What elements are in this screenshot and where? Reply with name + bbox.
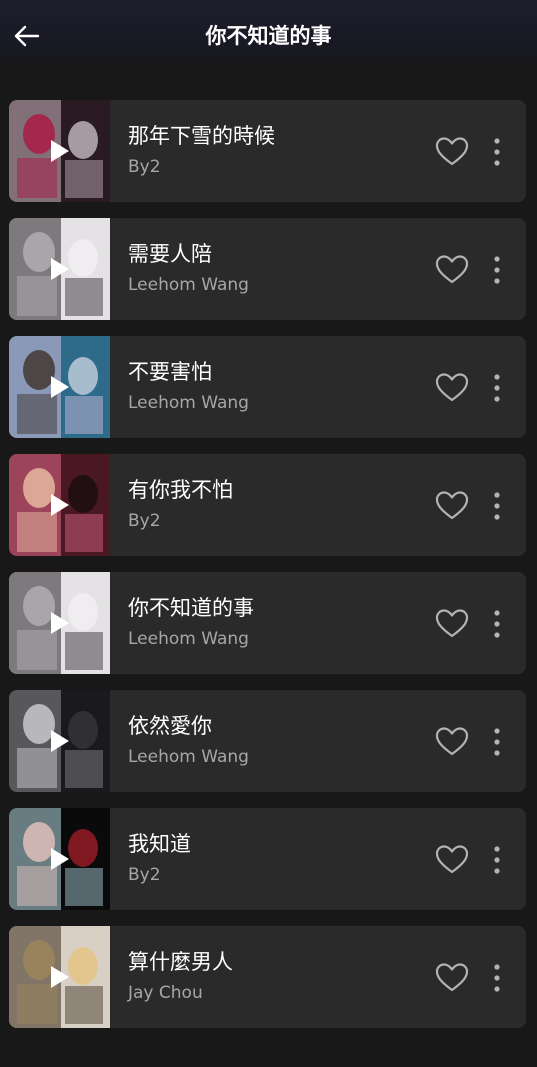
album-art[interactable]: [9, 808, 110, 910]
album-art[interactable]: [9, 926, 110, 1028]
more-options-button[interactable]: [485, 844, 509, 876]
more-options-button[interactable]: [485, 962, 509, 994]
song-card[interactable]: 需要人陪 Leehom Wang: [9, 218, 526, 320]
song-artist: By2: [128, 511, 161, 531]
album-art[interactable]: [9, 572, 110, 674]
album-art[interactable]: [9, 218, 110, 320]
song-card[interactable]: 我知道 By2: [9, 808, 526, 910]
more-options-button[interactable]: [485, 254, 509, 286]
song-card[interactable]: 你不知道的事 Leehom Wang: [9, 572, 526, 674]
play-icon[interactable]: [49, 374, 71, 400]
song-artist: Jay Chou: [128, 983, 203, 1003]
more-vertical-icon: [494, 256, 500, 284]
like-button[interactable]: [435, 372, 469, 404]
play-icon[interactable]: [49, 846, 71, 872]
play-icon[interactable]: [49, 138, 71, 164]
like-button[interactable]: [435, 844, 469, 876]
like-button[interactable]: [435, 608, 469, 640]
heart-icon: [435, 373, 469, 402]
song-card[interactable]: 有你我不怕 By2: [9, 454, 526, 556]
heart-icon: [435, 491, 469, 520]
heart-icon: [435, 845, 469, 874]
like-button[interactable]: [435, 136, 469, 168]
more-options-button[interactable]: [485, 372, 509, 404]
heart-icon: [435, 609, 469, 638]
song-artist: Leehom Wang: [128, 629, 249, 649]
song-list: 那年下雪的時候 By2 需要人陪 Leehom Wang 不要害怕 Leehom…: [9, 100, 526, 1044]
heart-icon: [435, 727, 469, 756]
play-icon[interactable]: [49, 256, 71, 282]
more-vertical-icon: [494, 964, 500, 992]
song-title: 不要害怕: [128, 360, 212, 384]
top-bar: 你不知道的事: [0, 0, 537, 72]
song-title: 算什麼男人: [128, 950, 233, 974]
page-title: 你不知道的事: [205, 24, 332, 48]
more-options-button[interactable]: [485, 490, 509, 522]
more-options-button[interactable]: [485, 608, 509, 640]
more-options-button[interactable]: [485, 136, 509, 168]
album-art[interactable]: [9, 100, 110, 202]
album-art[interactable]: [9, 336, 110, 438]
more-vertical-icon: [494, 728, 500, 756]
song-title: 依然愛你: [128, 714, 212, 738]
song-card[interactable]: 不要害怕 Leehom Wang: [9, 336, 526, 438]
album-art[interactable]: [9, 454, 110, 556]
play-icon[interactable]: [49, 728, 71, 754]
song-title: 你不知道的事: [128, 596, 254, 620]
song-artist: By2: [128, 865, 161, 885]
heart-icon: [435, 255, 469, 284]
song-artist: Leehom Wang: [128, 275, 249, 295]
song-artist: Leehom Wang: [128, 747, 249, 767]
like-button[interactable]: [435, 726, 469, 758]
play-icon[interactable]: [49, 610, 71, 636]
song-artist: By2: [128, 157, 161, 177]
more-options-button[interactable]: [485, 726, 509, 758]
song-title: 我知道: [128, 832, 191, 856]
like-button[interactable]: [435, 254, 469, 286]
like-button[interactable]: [435, 962, 469, 994]
more-vertical-icon: [494, 374, 500, 402]
album-art[interactable]: [9, 690, 110, 792]
heart-icon: [435, 137, 469, 166]
song-card[interactable]: 算什麼男人 Jay Chou: [9, 926, 526, 1028]
song-artist: Leehom Wang: [128, 393, 249, 413]
more-vertical-icon: [494, 492, 500, 520]
play-icon[interactable]: [49, 964, 71, 990]
like-button[interactable]: [435, 490, 469, 522]
play-icon[interactable]: [49, 492, 71, 518]
song-card[interactable]: 那年下雪的時候 By2: [9, 100, 526, 202]
song-title: 有你我不怕: [128, 478, 233, 502]
heart-icon: [435, 963, 469, 992]
more-vertical-icon: [494, 138, 500, 166]
song-title: 需要人陪: [128, 242, 212, 266]
more-vertical-icon: [494, 846, 500, 874]
song-card[interactable]: 依然愛你 Leehom Wang: [9, 690, 526, 792]
more-vertical-icon: [494, 610, 500, 638]
song-title: 那年下雪的時候: [128, 124, 275, 148]
